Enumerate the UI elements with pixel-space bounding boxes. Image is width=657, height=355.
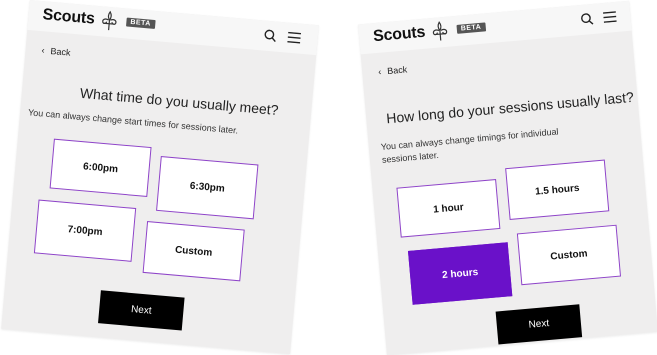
next-button[interactable]: Next	[495, 304, 583, 345]
search-icon[interactable]	[263, 29, 277, 43]
screen-session-length: Scouts BETA ‹ Back How long do your sessi…	[358, 0, 657, 355]
fleur-de-lis-icon	[432, 21, 448, 41]
beta-badge: BETA	[456, 22, 486, 34]
back-link[interactable]: ‹ Back	[41, 45, 71, 57]
back-label: Back	[386, 64, 408, 77]
option-2-hours[interactable]: 2 hours	[407, 242, 513, 305]
back-label: Back	[50, 46, 71, 58]
hamburger-menu-icon[interactable]	[603, 11, 617, 23]
question-hint: You can always change timings for indivi…	[380, 126, 559, 165]
search-icon[interactable]	[580, 12, 594, 26]
option-6-30pm[interactable]: 6:30pm	[156, 155, 259, 220]
option-custom[interactable]: Custom	[516, 224, 622, 286]
question-title: How long do your sessions usually last?	[385, 88, 635, 127]
fleur-de-lis-icon	[102, 10, 117, 31]
hamburger-menu-icon[interactable]	[287, 31, 302, 44]
back-link[interactable]: ‹ Back	[378, 64, 408, 76]
beta-badge: BETA	[125, 17, 156, 29]
header: Scouts BETA	[27, 0, 319, 56]
chevron-left-icon: ‹	[41, 45, 46, 56]
header: Scouts BETA	[358, 0, 632, 55]
chevron-left-icon: ‹	[377, 66, 382, 77]
option-1-hour[interactable]: 1 hour	[396, 179, 501, 238]
brand-name[interactable]: Scouts	[372, 24, 426, 46]
option-custom[interactable]: Custom	[142, 221, 245, 282]
screen-meeting-time: Scouts BETA ‹ Back What time do you usual…	[1, 0, 319, 355]
next-button[interactable]: Next	[98, 290, 185, 331]
brand-name[interactable]: Scouts	[42, 6, 95, 28]
option-1-5-hours[interactable]: 1.5 hours	[505, 159, 610, 221]
option-6-00pm[interactable]: 6:00pm	[49, 138, 152, 197]
option-7-00pm[interactable]: 7:00pm	[33, 199, 137, 262]
